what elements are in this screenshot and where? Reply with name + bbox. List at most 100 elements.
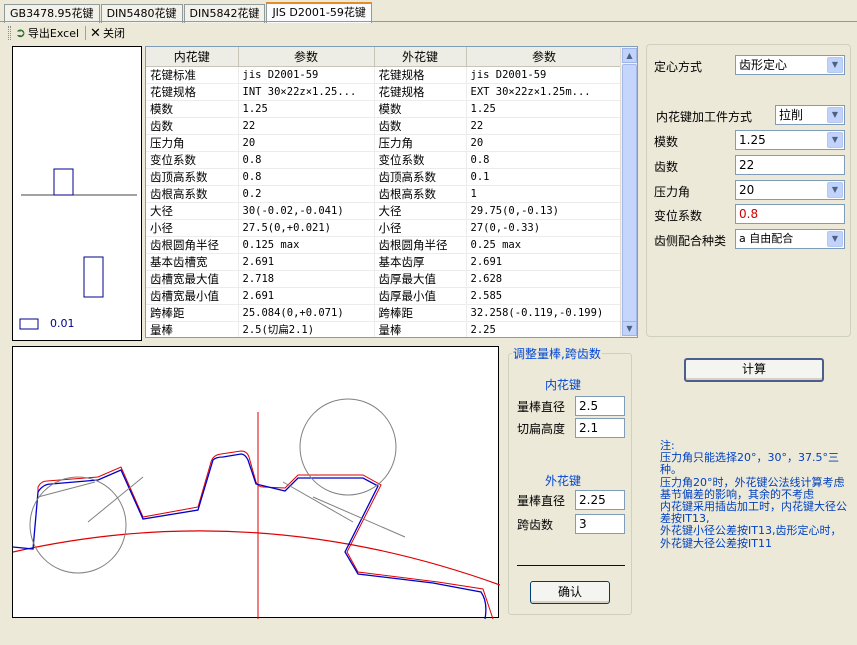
grid-param-value-cell[interactable]: 0.8 <box>238 168 375 186</box>
grid-param-name-cell[interactable]: 跨棒距 <box>146 304 239 322</box>
fit-type-select[interactable]: a 自由配合 ▼ <box>735 229 845 249</box>
grid-param-name-cell[interactable]: 模数 <box>374 100 467 118</box>
table-row[interactable]: 齿顶高系数 0.8 齿顶高系数 0.1 <box>146 168 623 186</box>
grid-param-name-cell[interactable]: 变位系数 <box>146 151 239 169</box>
grid-param-value-cell[interactable]: 2.25 <box>466 321 623 337</box>
centering-select[interactable]: 齿形定心 ▼ <box>735 55 845 75</box>
grid-param-name-cell[interactable]: 压力角 <box>146 134 239 152</box>
chevron-down-icon[interactable]: ▼ <box>827 57 843 73</box>
inner-rod-input[interactable]: 2.5 <box>575 396 625 416</box>
grid-param-value-cell[interactable]: 30(-0.02,-0.041) <box>238 202 375 220</box>
grid-param-name-cell[interactable]: 花键规格 <box>374 83 467 101</box>
grid-param-value-cell[interactable]: INT 30×22z×1.25... <box>238 83 375 101</box>
grid-param-value-cell[interactable]: 2.691 <box>466 253 623 271</box>
table-row[interactable]: 小径 27.5(0,+0.021) 小径 27(0,-0.33) <box>146 219 623 237</box>
calculate-button[interactable]: 计算 <box>684 358 824 382</box>
grid-param-name-cell[interactable]: 基本齿槽宽 <box>146 253 239 271</box>
grid-param-value-cell[interactable]: 1.25 <box>238 100 375 118</box>
grid-param-value-cell[interactable]: EXT 30×22z×1.25m... <box>466 83 623 101</box>
grid-param-name-cell[interactable]: 大径 <box>146 202 239 220</box>
grid-param-value-cell[interactable]: 20 <box>238 134 375 152</box>
grid-param-value-cell[interactable]: 1 <box>466 185 623 203</box>
grid-param-value-cell[interactable]: 27.5(0,+0.021) <box>238 219 375 237</box>
confirm-button[interactable]: 确认 <box>530 581 610 604</box>
chevron-down-icon[interactable]: ▼ <box>827 231 843 247</box>
grid-param-name-cell[interactable]: 小径 <box>146 219 239 237</box>
table-row[interactable]: 量棒 2.5(切扁2.1) 量棒 2.25 <box>146 321 623 337</box>
grid-param-value-cell[interactable]: 2.718 <box>238 270 375 288</box>
grid-param-value-cell[interactable]: 25.084(0,+0.071) <box>238 304 375 322</box>
grid-param-value-cell[interactable]: jis D2001-59 <box>238 66 375 84</box>
grid-param-name-cell[interactable]: 量棒 <box>146 321 239 337</box>
grid-param-value-cell[interactable]: 22 <box>466 117 623 135</box>
grid-param-name-cell[interactable]: 齿顶高系数 <box>146 168 239 186</box>
grid-param-name-cell[interactable]: 齿厚最小值 <box>374 287 467 305</box>
method-select[interactable]: 拉削 ▼ <box>775 105 845 125</box>
scroll-down-icon[interactable]: ▼ <box>622 321 637 336</box>
grid-param-name-cell[interactable]: 齿顶高系数 <box>374 168 467 186</box>
grid-param-name-cell[interactable]: 变位系数 <box>374 151 467 169</box>
table-row[interactable]: 基本齿槽宽 2.691 基本齿厚 2.691 <box>146 253 623 271</box>
grid-param-value-cell[interactable]: 2.691 <box>238 253 375 271</box>
grid-param-value-cell[interactable]: jis D2001-59 <box>466 66 623 84</box>
grid-scrollbar[interactable]: ▲ ▼ <box>620 47 637 337</box>
grid-param-name-cell[interactable]: 跨棒距 <box>374 304 467 322</box>
scroll-thumb[interactable] <box>622 64 637 322</box>
grid-param-value-cell[interactable]: 0.1 <box>466 168 623 186</box>
close-button[interactable]: ✕ 关闭 <box>90 25 125 41</box>
pressure-angle-select[interactable]: 20 ▼ <box>735 180 845 200</box>
grid-param-name-cell[interactable]: 量棒 <box>374 321 467 337</box>
grid-param-name-cell[interactable]: 齿根高系数 <box>146 185 239 203</box>
chevron-down-icon[interactable]: ▼ <box>827 107 843 123</box>
grid-param-value-cell[interactable]: 2.5(切扁2.1) <box>238 321 375 337</box>
grid-param-name-cell[interactable]: 齿槽宽最大值 <box>146 270 239 288</box>
grid-param-value-cell[interactable]: 22 <box>238 117 375 135</box>
export-excel-button[interactable]: ➲ 导出Excel <box>15 25 79 41</box>
table-row[interactable]: 花键标准 jis D2001-59 花键规格 jis D2001-59 <box>146 66 623 84</box>
tab-jis-d2001[interactable]: JIS D2001-59花键 <box>266 2 372 23</box>
table-row[interactable]: 齿槽宽最小值 2.691 齿厚最小值 2.585 <box>146 287 623 305</box>
grid-param-name-cell[interactable]: 大径 <box>374 202 467 220</box>
shift-coef-input[interactable]: 0.8 <box>735 204 845 224</box>
grid-param-value-cell[interactable]: 27(0,-0.33) <box>466 219 623 237</box>
grid-param-name-cell[interactable]: 花键标准 <box>146 66 239 84</box>
table-row[interactable]: 模数 1.25 模数 1.25 <box>146 100 623 118</box>
grid-param-value-cell[interactable]: 0.8 <box>238 151 375 169</box>
grid-param-name-cell[interactable]: 齿根圆角半径 <box>374 236 467 254</box>
grid-param-value-cell[interactable]: 2.628 <box>466 270 623 288</box>
flat-height-input[interactable]: 2.1 <box>575 418 625 438</box>
table-row[interactable]: 齿槽宽最大值 2.718 齿厚最大值 2.628 <box>146 270 623 288</box>
grid-param-name-cell[interactable]: 齿数 <box>374 117 467 135</box>
grid-param-value-cell[interactable]: 0.8 <box>466 151 623 169</box>
chevron-down-icon[interactable]: ▼ <box>827 182 843 198</box>
table-row[interactable]: 大径 30(-0.02,-0.041) 大径 29.75(0,-0.13) <box>146 202 623 220</box>
grid-param-name-cell[interactable]: 小径 <box>374 219 467 237</box>
grid-param-value-cell[interactable]: 20 <box>466 134 623 152</box>
table-row[interactable]: 齿根圆角半径 0.125 max 齿根圆角半径 0.25 max <box>146 236 623 254</box>
table-row[interactable]: 压力角 20 压力角 20 <box>146 134 623 152</box>
grid-param-name-cell[interactable]: 齿槽宽最小值 <box>146 287 239 305</box>
grid-param-value-cell[interactable]: 2.585 <box>466 287 623 305</box>
chevron-down-icon[interactable]: ▼ <box>827 132 843 148</box>
grid-param-value-cell[interactable]: 0.125 max <box>238 236 375 254</box>
grid-param-value-cell[interactable]: 2.691 <box>238 287 375 305</box>
grid-param-value-cell[interactable]: 0.25 max <box>466 236 623 254</box>
grid-param-name-cell[interactable]: 齿数 <box>146 117 239 135</box>
span-teeth-input[interactable]: 3 <box>575 514 625 534</box>
grid-param-name-cell[interactable]: 齿厚最大值 <box>374 270 467 288</box>
grid-param-name-cell[interactable]: 齿根圆角半径 <box>146 236 239 254</box>
grid-param-value-cell[interactable]: 1.25 <box>466 100 623 118</box>
grid-param-name-cell[interactable]: 齿根高系数 <box>374 185 467 203</box>
grid-param-value-cell[interactable]: 32.258(-0.119,-0.199) <box>466 304 623 322</box>
grid-param-name-cell[interactable]: 花键规格 <box>146 83 239 101</box>
teeth-input[interactable]: 22 <box>735 155 845 175</box>
grid-param-name-cell[interactable]: 基本齿厚 <box>374 253 467 271</box>
table-row[interactable]: 齿根高系数 0.2 齿根高系数 1 <box>146 185 623 203</box>
module-select[interactable]: 1.25 ▼ <box>735 130 845 150</box>
table-row[interactable]: 跨棒距 25.084(0,+0.071) 跨棒距 32.258(-0.119,-0.1… <box>146 304 623 322</box>
scroll-up-icon[interactable]: ▲ <box>622 48 637 63</box>
table-row[interactable]: 变位系数 0.8 变位系数 0.8 <box>146 151 623 169</box>
grid-param-name-cell[interactable]: 模数 <box>146 100 239 118</box>
grid-param-value-cell[interactable]: 29.75(0,-0.13) <box>466 202 623 220</box>
outer-rod-input[interactable]: 2.25 <box>575 490 625 510</box>
